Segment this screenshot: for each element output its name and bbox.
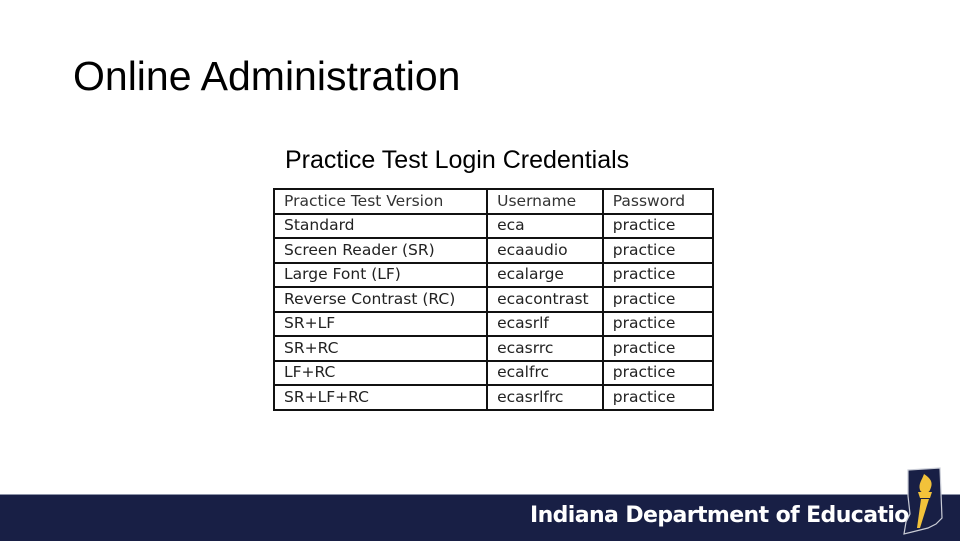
cell-password: practice bbox=[601, 335, 715, 362]
cell-version: SR+RC bbox=[272, 335, 489, 362]
table-row: LF+RC ecalfrc practice bbox=[272, 359, 715, 386]
cell-password: practice bbox=[601, 237, 715, 264]
cell-username: ecasrlf bbox=[486, 310, 604, 337]
cell-version: Large Font (LF) bbox=[272, 261, 489, 288]
cell-password: practice bbox=[601, 261, 715, 288]
header-version: Practice Test Version bbox=[272, 188, 489, 215]
table-row: Standard eca practice bbox=[272, 212, 715, 239]
organization-name: Indiana Department of Education bbox=[530, 503, 924, 528]
torch-head bbox=[918, 492, 932, 498]
cell-password: practice bbox=[601, 212, 715, 239]
cell-username: ecacontrast bbox=[486, 286, 604, 313]
table-row: Reverse Contrast (RC) ecacontrast practi… bbox=[272, 286, 715, 313]
cell-version: LF+RC bbox=[272, 359, 489, 386]
indiana-torch-icon bbox=[903, 467, 943, 535]
cell-version: Screen Reader (SR) bbox=[272, 237, 489, 264]
cell-username: ecasrlfrc bbox=[486, 384, 604, 411]
credentials-table: Practice Test Version Username Password … bbox=[272, 188, 715, 411]
cell-password: practice bbox=[601, 310, 715, 337]
header-password: Password bbox=[601, 188, 715, 215]
slide-title: Online Administration bbox=[73, 53, 461, 99]
cell-password: practice bbox=[601, 359, 715, 386]
table-row: SR+RC ecasrrc practice bbox=[272, 335, 715, 362]
table-row: Screen Reader (SR) ecaaudio practice bbox=[272, 237, 715, 264]
cell-password: practice bbox=[601, 384, 715, 411]
header-username: Username bbox=[486, 188, 604, 215]
table-row: Large Font (LF) ecalarge practice bbox=[272, 261, 715, 288]
cell-username: eca bbox=[486, 212, 604, 239]
cell-version: Standard bbox=[272, 212, 489, 239]
table-header-row: Practice Test Version Username Password bbox=[272, 188, 715, 215]
cell-username: ecaaudio bbox=[486, 237, 604, 264]
table-caption: Practice Test Login Credentials bbox=[285, 146, 630, 174]
cell-username: ecalarge bbox=[486, 261, 604, 288]
cell-version: SR+LF+RC bbox=[272, 384, 489, 411]
table-row: SR+LF+RC ecasrlfrc practice bbox=[272, 384, 715, 411]
cell-password: practice bbox=[601, 286, 715, 313]
table-row: SR+LF ecasrlf practice bbox=[272, 310, 715, 337]
cell-version: Reverse Contrast (RC) bbox=[272, 286, 489, 313]
cell-username: ecalfrc bbox=[486, 359, 604, 386]
cell-version: SR+LF bbox=[272, 310, 489, 337]
cell-username: ecasrrc bbox=[486, 335, 604, 362]
